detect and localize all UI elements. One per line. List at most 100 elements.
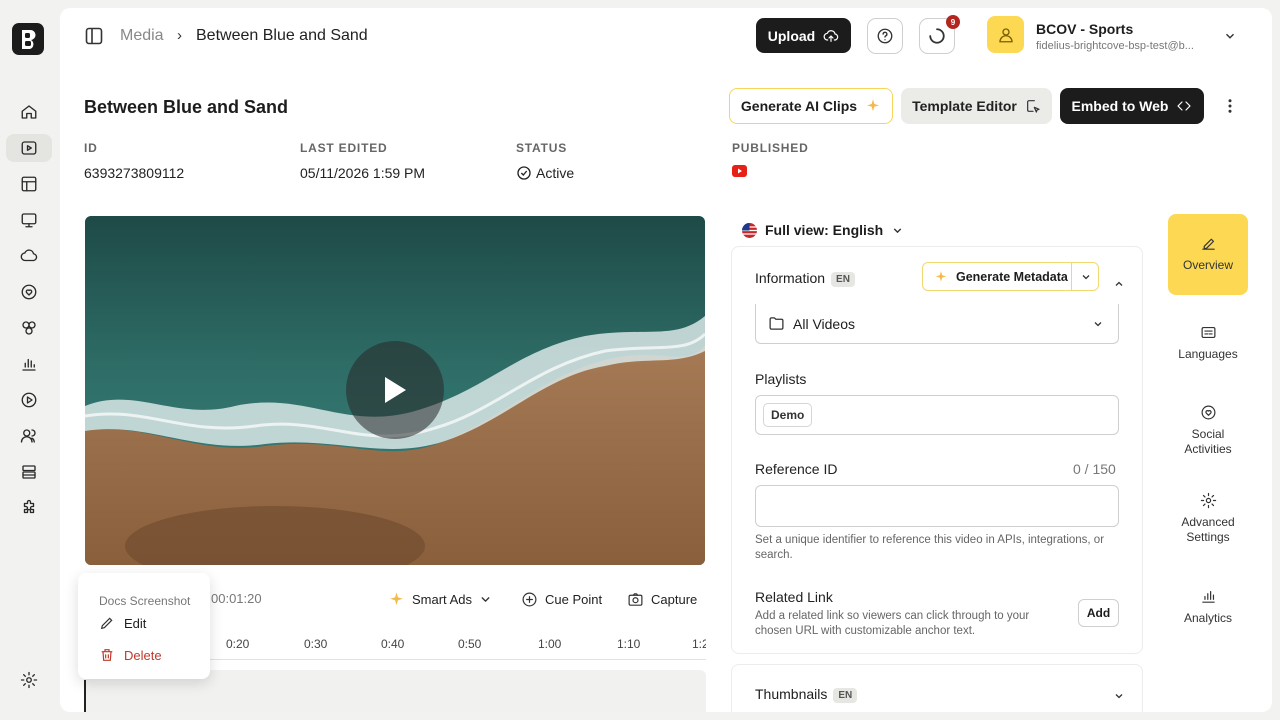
tab-advanced-label-1: Advanced (1181, 515, 1235, 529)
main-panel: Media › Between Blue and Sand Upload 9 B… (60, 8, 1272, 712)
tab-social-activities[interactable]: Social Activities (1168, 404, 1248, 457)
play-button[interactable] (346, 341, 444, 439)
expand-chevron-down-icon[interactable] (1113, 690, 1125, 702)
page-title: Between Blue and Sand (84, 97, 289, 117)
play-icon (385, 377, 406, 403)
players-icon[interactable] (17, 208, 41, 232)
home-icon[interactable] (17, 100, 41, 124)
last-edited-value: 05/11/2026 1:59 PM (300, 165, 426, 181)
generate-metadata-label: Generate Metadata (956, 269, 1068, 284)
trash-icon (101, 649, 113, 661)
id-label: ID (84, 141, 98, 155)
tab-social-label-2: Activities (1184, 442, 1232, 456)
generate-metadata-button[interactable]: Generate Metadata (922, 262, 1099, 291)
apps-icon[interactable] (17, 316, 41, 340)
bar-chart-icon (1201, 590, 1215, 603)
upload-label: Upload (767, 27, 816, 44)
generate-ai-clips-button[interactable]: Generate AI Clips (729, 88, 893, 124)
tab-advanced-label-2: Settings (1186, 530, 1230, 544)
folder-value: All Videos (793, 315, 856, 332)
collapse-chevron-up-icon[interactable] (1113, 278, 1125, 290)
chevron-down-icon (481, 597, 490, 602)
breadcrumb-current: Between Blue and Sand (196, 27, 368, 44)
playlist-tag[interactable]: Demo (763, 403, 813, 427)
capture-label: Capture (651, 592, 698, 607)
code-brackets-icon (1177, 101, 1192, 111)
upload-button[interactable]: Upload (756, 18, 851, 53)
analytics-icon[interactable] (17, 352, 41, 376)
generate-metadata-dropdown[interactable] (1071, 263, 1099, 290)
tab-languages-label: Languages (1178, 347, 1238, 361)
breadcrumb-media-link[interactable]: Media (120, 27, 164, 45)
tab-overview[interactable]: Overview (1168, 214, 1248, 295)
video-player[interactable] (85, 216, 705, 565)
edit-cursor-icon (1026, 100, 1040, 113)
reference-id-help: Set a unique identifier to reference thi… (755, 534, 1105, 561)
jobs-button[interactable]: 9 (919, 15, 960, 54)
embed-to-web-button[interactable]: Embed to Web (1060, 88, 1204, 124)
published-label: PUBLISHED (732, 141, 809, 155)
play-circle-icon[interactable] (17, 388, 41, 412)
account-name[interactable]: BCOV - Sports (1036, 21, 1133, 37)
media-icon[interactable] (6, 134, 52, 162)
playlists-field[interactable]: Demo (755, 395, 1119, 435)
smart-ads-dropdown[interactable]: Smart Ads (388, 591, 492, 608)
capture-button[interactable]: Capture (627, 591, 697, 608)
help-button[interactable] (867, 18, 903, 54)
timeline-tick: 0:50 (458, 637, 482, 651)
folder-select[interactable]: All Videos (755, 304, 1119, 344)
reference-id-input[interactable] (755, 485, 1119, 527)
chevron-down-icon (1094, 322, 1102, 327)
youtube-icon[interactable] (732, 165, 747, 177)
more-options-icon[interactable] (1221, 97, 1239, 115)
status-label: STATUS (516, 141, 568, 155)
chevron-down-icon (1082, 274, 1089, 279)
progress-spinner-icon (929, 28, 945, 44)
notification-count-badge: 9 (946, 15, 960, 29)
timeline-tick: 1:10 (617, 637, 641, 651)
camera-icon (628, 593, 643, 606)
social-icon[interactable] (17, 280, 41, 304)
related-link-add-button[interactable]: Add (1078, 599, 1119, 627)
id-value: 6393273809112 (84, 165, 185, 181)
information-title-text: Information (755, 270, 826, 286)
folder-icon (769, 317, 784, 330)
cloud-icon[interactable] (17, 244, 41, 268)
timeline-playhead[interactable] (84, 680, 86, 712)
left-nav-rail (0, 0, 60, 720)
sidebar-toggle-icon[interactable] (85, 27, 103, 45)
language-view-select[interactable]: Full view: English (742, 222, 904, 238)
brightcove-logo[interactable] (11, 22, 45, 56)
settings-gear-icon[interactable] (17, 668, 41, 692)
help-circle-icon (877, 28, 893, 44)
plugins-icon[interactable] (17, 496, 41, 520)
tab-analytics[interactable]: Analytics (1168, 588, 1248, 626)
users-icon[interactable] (17, 424, 41, 448)
account-email: fidelius-brightcove-bsp-test@b... (1036, 40, 1194, 52)
lang-badge: EN (831, 271, 855, 287)
context-menu-edit[interactable]: Edit (99, 615, 146, 631)
context-menu-delete[interactable]: Delete (99, 647, 162, 663)
edit-label: Edit (124, 615, 147, 631)
template-editor-button[interactable]: Template Editor (901, 88, 1052, 124)
information-title[interactable]: Information EN (755, 270, 855, 287)
library-icon[interactable] (17, 172, 41, 196)
delete-label: Delete (124, 647, 162, 663)
tab-advanced-settings[interactable]: Advanced Settings (1168, 492, 1248, 545)
thumbnails-section[interactable]: Thumbnails EN (731, 664, 1143, 712)
social-heart-icon (1201, 405, 1215, 420)
timecode: 00:01:20 (211, 591, 262, 606)
sparkle-icon (390, 592, 403, 606)
sparkle-icon (867, 99, 880, 112)
account-chevron-down-icon[interactable] (1223, 29, 1237, 43)
timeline-tick: 0:30 (304, 637, 328, 651)
context-menu: Docs Screenshot Edit Delete (78, 573, 210, 679)
tab-languages[interactable]: Languages (1168, 324, 1248, 362)
cue-point-button[interactable]: Cue Point (521, 591, 602, 608)
chevron-down-icon (893, 227, 902, 233)
embed-label: Embed to Web (1071, 98, 1169, 114)
timeline-tick: 0:20 (226, 637, 250, 651)
template-editor-label: Template Editor (912, 98, 1017, 114)
account-avatar[interactable] (987, 16, 1024, 53)
storage-icon[interactable] (17, 460, 41, 484)
